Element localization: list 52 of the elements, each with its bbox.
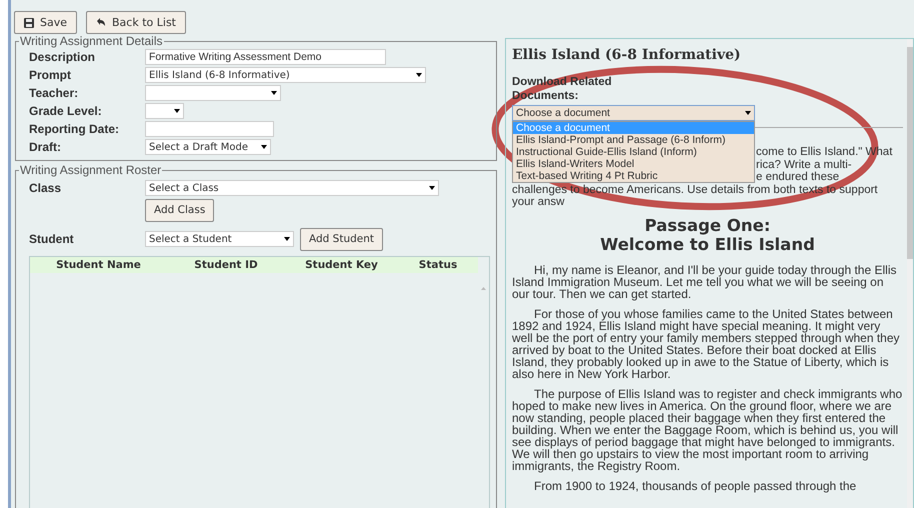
- scrollbar-thumb[interactable]: [907, 47, 913, 259]
- back-button[interactable]: Back to List: [86, 11, 186, 34]
- field-label: Prompt: [29, 68, 72, 82]
- caret-icon: [174, 109, 180, 113]
- prompt-select[interactable]: Ellis Island (6-8 Informative): [145, 67, 426, 83]
- passage-paragraph: For those of you whose families came to the United States between 1892 and 1924, Ellis Island might have special meaning. It might very well be the port of entry your family members stepped through when they arrived by boat to the United States. Before their boat docked at Ellis Island, they probably looked up in awe to the Statue of Liberty, which is also here in New York Harbor.: [512, 308, 901, 380]
- caret-icon: [261, 145, 267, 149]
- scroll-up-icon: [481, 287, 486, 290]
- field-label: Reporting Date:: [29, 122, 120, 136]
- document-select[interactable]: Choose a document: [512, 105, 755, 121]
- description-field[interactable]: Formative Writing Assessment Demo: [145, 49, 386, 65]
- passage-title: Welcome to Ellis Island: [599, 234, 816, 254]
- dropdown-option[interactable]: Text-based Writing 4 Pt Rubric: [513, 170, 754, 182]
- field-label: Student: [29, 232, 75, 246]
- teacher-select[interactable]: [145, 85, 281, 101]
- class-select[interactable]: Select a Class: [145, 180, 439, 196]
- dropdown-option[interactable]: Ellis Island-Prompt and Passage (6-8 Inform): [513, 134, 754, 146]
- prompt-title: Ellis Island (6-8 Informative): [512, 47, 742, 63]
- group-title: Writing Assignment Roster: [19, 163, 162, 177]
- field-label: Class: [29, 181, 62, 195]
- dropdown-option[interactable]: Ellis Island-Writers Model: [513, 158, 754, 170]
- caret-icon: [416, 73, 422, 77]
- prompt-text: your answ: [512, 196, 564, 208]
- add-student-button[interactable]: Add Student: [300, 228, 383, 250]
- caret-icon: [745, 111, 751, 115]
- add-class-button[interactable]: Add Class: [145, 198, 214, 222]
- reporting-date-field[interactable]: [145, 121, 274, 137]
- draft-select[interactable]: Select a Draft Mode: [145, 139, 271, 155]
- passage-paragraph: The purpose of Ellis Island was to register and check immigrants who hoped to make new lives in America. On the ground floor, where we are now standing, people placed their baggage when they first entered the building. When we enter the Baggage Room, which is behind us, you will see displays of period baggage that might have belonged to immigrants. We will then go upstairs to view the most important room to arriving immigrants, the Registry Room.: [512, 388, 903, 472]
- column-header: Student Name: [55, 259, 142, 271]
- save-icon: [24, 18, 34, 28]
- caret-icon: [284, 237, 290, 241]
- column-header: Student ID: [193, 259, 259, 271]
- student-select[interactable]: Select a Student: [145, 231, 294, 247]
- grade-level-select[interactable]: [145, 103, 184, 119]
- field-label: Grade Level:: [29, 104, 103, 118]
- group-title: Writing Assignment Details: [19, 34, 164, 48]
- caret-icon: [429, 186, 435, 190]
- column-header: Student Key: [304, 259, 379, 271]
- save-button[interactable]: Save: [14, 11, 78, 34]
- passage-paragraph: From 1900 to 1924, thousands of people passed through the: [533, 480, 858, 492]
- prompt-text: e endured these: [756, 171, 840, 184]
- field-label: Teacher:: [29, 86, 80, 100]
- column-header: Status: [418, 259, 458, 271]
- caret-icon: [271, 91, 277, 95]
- field-label: Draft:: [29, 140, 62, 154]
- passage-title: Passage One:: [644, 216, 772, 234]
- passage-paragraph: Hi, my name is Eleanor, and I'll be your guide today through the Ellis Island Immigration Museum. Let me tell you what we will be seeing on our tour. Then we can get started.: [512, 264, 898, 300]
- back-arrow-icon: [96, 18, 106, 27]
- dropdown-option[interactable]: Instructional Guide-Ellis Island (Inform): [513, 146, 754, 158]
- field-label: Description: [29, 50, 96, 64]
- prompt-text: rica? Write a multi-: [756, 158, 852, 171]
